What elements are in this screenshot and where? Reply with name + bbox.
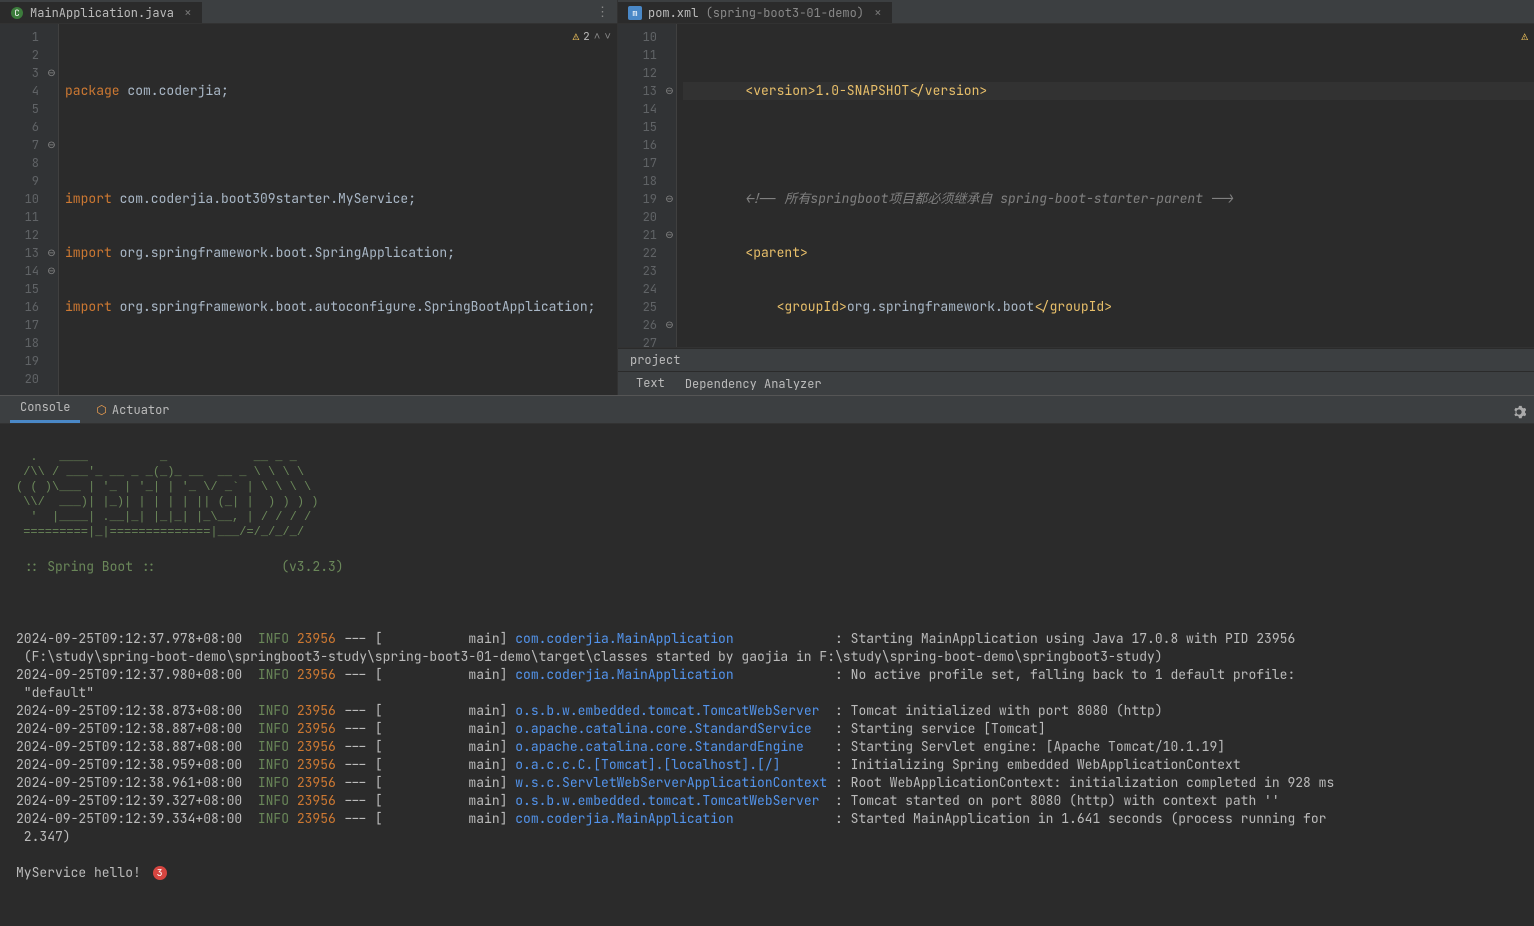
warning-icon[interactable]: ⚠ — [573, 28, 580, 46]
warning-count: 2 — [583, 28, 590, 46]
warning-icon[interactable]: ⚠ — [1521, 28, 1528, 46]
spring-banner: . ____ _ __ _ _ /\\ / ___'_ __ _ _(_)_ _… — [16, 450, 1518, 540]
fold-column[interactable]: ⊖⊖⊖⊖ — [663, 24, 677, 347]
annotation-badge-3[interactable]: 3 — [153, 866, 167, 880]
maven-icon: m — [628, 6, 642, 20]
editor-body-right[interactable]: 1011121314151617181920212223242526272829… — [618, 24, 1534, 347]
code-area-xml[interactable]: ⚠ <version>1.0-SNAPSHOT</version> <!-- 所… — [677, 24, 1534, 347]
sub-tabs: Text Dependency Analyzer — [618, 371, 1534, 395]
editor-tab-bar-left: C MainApplication.java × ⋮ — [0, 0, 617, 24]
gutter: 1234567891011121314151617181920 — [0, 24, 45, 395]
gear-icon[interactable] — [1512, 405, 1526, 423]
chevron-up-icon[interactable]: ˄ — [594, 28, 601, 46]
sub-tab-dependency-analyzer[interactable]: Dependency Analyzer — [675, 372, 832, 396]
tab-pom-xml[interactable]: m pom.xml (spring-boot3-01-demo) × — [618, 0, 892, 23]
tab-label: MainApplication.java — [30, 5, 174, 21]
actuator-icon: ⬡ — [96, 402, 106, 418]
final-output: MyService hello! — [16, 864, 141, 881]
svg-text:C: C — [14, 7, 19, 19]
editor-tab-bar-right: m pom.xml (spring-boot3-01-demo) × — [618, 0, 1534, 24]
breadcrumb[interactable]: project — [618, 348, 1534, 371]
more-icon[interactable]: ⋮ — [596, 3, 609, 20]
tab-label: pom.xml (spring-boot3-01-demo) — [648, 5, 864, 21]
console-output[interactable]: . ____ _ __ _ _ /\\ / ___'_ __ _ _(_)_ _… — [0, 424, 1534, 926]
editor-body-left[interactable]: 1234567891011121314151617181920 ⊖⊖⊖⊖ ⚠ 2… — [0, 24, 617, 395]
fold-column[interactable]: ⊖⊖⊖⊖ — [45, 24, 59, 395]
sub-tab-text[interactable]: Text — [626, 371, 675, 396]
tab-main-application[interactable]: C MainApplication.java × — [0, 0, 202, 23]
tool-tab-actuator[interactable]: ⬡ Actuator — [86, 397, 179, 423]
tool-window-header: Console ⬡ Actuator — [0, 396, 1534, 424]
close-icon[interactable]: × — [870, 4, 882, 21]
tool-tab-console[interactable]: Console — [10, 394, 80, 423]
code-area-java[interactable]: ⚠ 2 ˄ ˅ package com.coderjia; import com… — [59, 24, 617, 395]
close-icon[interactable]: × — [180, 4, 192, 21]
svg-text:m: m — [632, 7, 637, 19]
java-class-icon: C — [10, 6, 24, 20]
gutter: 1011121314151617181920212223242526272829… — [618, 24, 663, 347]
chevron-down-icon[interactable]: ˅ — [604, 28, 611, 46]
